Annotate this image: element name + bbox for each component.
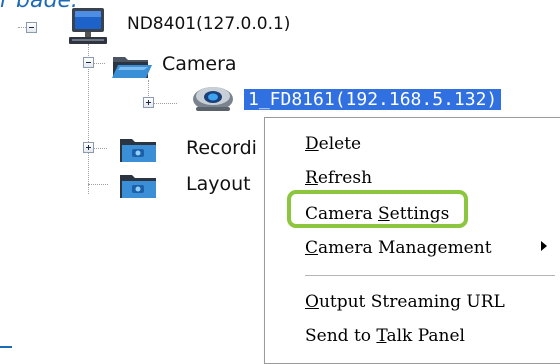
- menu-separator: [305, 275, 555, 276]
- context-menu: Delete Refresh Camera Settings Camera Ma…: [264, 117, 560, 364]
- menu-accelerator: R: [305, 168, 318, 188]
- expand-recording-toggle[interactable]: [83, 142, 94, 153]
- menu-item-output-streaming-url[interactable]: Output Streaming URL: [305, 292, 505, 312]
- folder-icon: [120, 139, 156, 162]
- tree-connector: [88, 184, 108, 185]
- menu-item-text: elete: [318, 134, 362, 154]
- tree-connector: [18, 27, 26, 28]
- tree-node-recording[interactable]: Recordi: [186, 137, 257, 159]
- folder-icon: [120, 175, 156, 198]
- collapse-root-toggle[interactable]: [26, 22, 37, 33]
- menu-item-refresh[interactable]: Refresh: [305, 168, 372, 188]
- link-underline-fragment: [0, 346, 12, 348]
- tree-connector: [93, 63, 105, 64]
- tree-node-camera[interactable]: Camera: [162, 53, 237, 75]
- expand-camera-item-toggle[interactable]: [143, 97, 154, 108]
- submenu-arrow-icon: [541, 241, 547, 251]
- highlight-outline: [287, 190, 468, 228]
- open-folder-icon: [112, 57, 152, 78]
- tree-connector: [93, 148, 107, 149]
- tree-node-camera-device[interactable]: 1_FD8161(192.168.5.132): [244, 89, 502, 110]
- menu-item-delete[interactable]: Delete: [305, 134, 361, 154]
- menu-accelerator: D: [305, 134, 319, 154]
- menu-item-text: efresh: [317, 168, 373, 188]
- monitor-icon: [69, 8, 107, 44]
- tree-node-root[interactable]: ND8401(127.0.0.1): [127, 14, 290, 34]
- menu-item-text: amera Management: [318, 238, 492, 258]
- menu-item-text: alk Panel: [386, 326, 465, 346]
- menu-accelerator: T: [376, 326, 387, 346]
- collapse-camera-toggle[interactable]: [83, 57, 94, 68]
- menu-accelerator: O: [305, 292, 319, 312]
- dome-camera-icon: [193, 87, 233, 111]
- menu-accelerator: C: [305, 238, 319, 258]
- menu-item-send-to-talk-panel[interactable]: Send to Talk Panel: [305, 326, 465, 346]
- menu-item-camera-management[interactable]: Camera Management: [305, 238, 492, 258]
- tree-connector: [153, 103, 177, 104]
- menu-item-text: Send to: [305, 326, 377, 346]
- tree-node-layout[interactable]: Layout: [186, 173, 251, 195]
- menu-item-text: utput Streaming URL: [318, 292, 505, 312]
